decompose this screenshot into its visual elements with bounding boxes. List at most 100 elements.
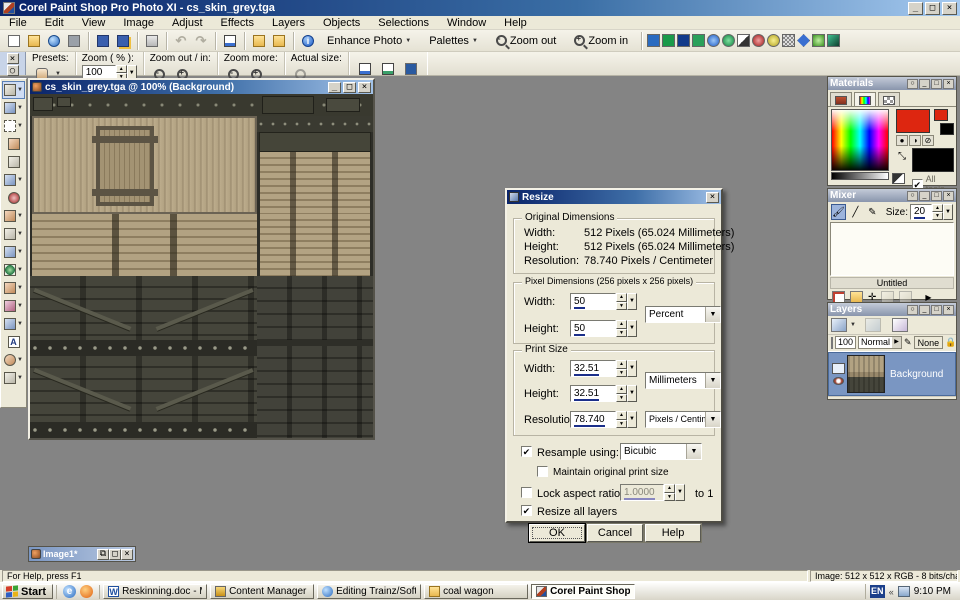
layer-eye-icon[interactable] xyxy=(833,377,844,385)
minimized-image-window[interactable]: Image1* ⧉ □ × xyxy=(28,546,136,562)
scanner-icon[interactable] xyxy=(65,32,83,50)
lock-ratio-slider-button[interactable]: ▼ xyxy=(675,484,685,501)
pattern-style-icon[interactable]: ⊘ xyxy=(922,135,934,146)
fit-image-to-window-icon[interactable] xyxy=(379,60,397,78)
close-button[interactable]: × xyxy=(943,79,954,89)
mixer-more-icon[interactable]: ▶ xyxy=(925,293,931,302)
close-button[interactable]: × xyxy=(121,549,133,560)
color-picker-area[interactable] xyxy=(831,109,889,171)
start-button[interactable]: Start xyxy=(2,584,53,599)
open-icon[interactable] xyxy=(25,32,43,50)
mixer-titlebar[interactable]: Mixer ○ _ □ × xyxy=(828,189,956,202)
pixel-unit-combo[interactable]: Percent ▼ xyxy=(645,306,721,323)
chevron-right-icon[interactable]: ▶ xyxy=(892,337,901,348)
mixer-dropper-icon[interactable]: ✎ xyxy=(865,204,880,220)
mixer-size-spinner[interactable]: ▲▼ xyxy=(932,204,943,220)
tray-icon[interactable] xyxy=(898,586,910,597)
pixel-height-slider-button[interactable]: ▼ xyxy=(627,320,637,337)
print-width-field[interactable]: 32.51 ▲▼ ▼ xyxy=(570,360,637,377)
script-output-icon[interactable] xyxy=(827,34,840,47)
restore-button[interactable]: ⧉ xyxy=(97,549,109,560)
pixel-width-field[interactable]: 50 ▲▼ ▼ xyxy=(570,293,637,310)
browse-icon[interactable] xyxy=(45,32,63,50)
firefox-icon[interactable] xyxy=(80,585,93,598)
close-button[interactable]: × xyxy=(943,305,954,315)
pin-icon[interactable]: ○ xyxy=(907,305,918,315)
script-run-icon[interactable] xyxy=(707,34,720,47)
menu-layers[interactable]: Layers xyxy=(263,16,314,30)
print-resolution-field[interactable]: 78.740 ▲▼ ▼ xyxy=(570,411,637,428)
palettes-button[interactable]: Palettes ▼ xyxy=(422,32,485,50)
menu-image[interactable]: Image xyxy=(114,16,163,30)
workspace-open-icon[interactable] xyxy=(250,32,268,50)
taskbar-task-browser[interactable]: Editing Trainz/Software ... xyxy=(317,584,421,599)
pen-tool[interactable]: ▼ xyxy=(2,369,25,387)
fill-tool[interactable]: ▼ xyxy=(2,279,25,297)
script-toolbar-icon[interactable] xyxy=(662,34,675,47)
foreground-color-small[interactable] xyxy=(934,109,948,121)
minimize-button[interactable]: _ xyxy=(328,82,341,93)
resample-method-combo[interactable]: Bicubic ▼ xyxy=(620,443,702,460)
image-window[interactable]: cs_skin_grey.tga @ 100% (Background) _ □… xyxy=(28,78,375,440)
chevron-down-icon[interactable]: ▼ xyxy=(686,444,701,459)
script-stop-icon[interactable] xyxy=(752,34,765,47)
undo-icon[interactable]: ↶ xyxy=(172,32,190,50)
print-height-field[interactable]: 32.51 ▲▼ ▼ xyxy=(570,385,637,402)
minimize-button[interactable]: _ xyxy=(919,79,930,89)
minimize-button[interactable]: _ xyxy=(908,2,923,15)
close-icon[interactable]: × xyxy=(7,53,19,64)
pixel-width-spinner[interactable]: ▲▼ xyxy=(616,293,627,310)
makeover-tool[interactable]: ▼ xyxy=(2,207,25,225)
script-edit-icon[interactable] xyxy=(737,34,750,47)
delete-layer-icon[interactable] xyxy=(865,318,881,332)
new-layer-icon[interactable] xyxy=(831,318,847,332)
script-record-icon[interactable] xyxy=(722,34,735,47)
close-button[interactable]: × xyxy=(706,192,719,203)
maximize-button[interactable]: □ xyxy=(931,305,942,315)
edit-selection-icon[interactable] xyxy=(892,318,908,332)
redo-icon[interactable]: ↷ xyxy=(192,32,210,50)
eraser-tool[interactable]: ▼ xyxy=(2,297,25,315)
print-icon[interactable] xyxy=(143,32,161,50)
chevron-down-icon[interactable]: ▼ xyxy=(705,307,720,322)
menu-edit[interactable]: Edit xyxy=(36,16,73,30)
pin-icon[interactable]: ○ xyxy=(907,79,918,89)
script-toolbar-icon[interactable] xyxy=(677,34,690,47)
layers-titlebar[interactable]: Layers ○ _ □ × xyxy=(828,303,956,316)
close-button[interactable]: × xyxy=(943,191,954,201)
image-canvas[interactable] xyxy=(30,94,373,438)
full-screen-preview-icon[interactable] xyxy=(402,60,420,78)
chevron-down-icon[interactable]: ▼ xyxy=(705,373,720,388)
mixer-knife-icon[interactable]: ╱ xyxy=(848,204,863,220)
full-editor-icon[interactable] xyxy=(221,32,239,50)
maximize-button[interactable]: □ xyxy=(931,191,942,201)
chevron-down-icon[interactable]: ▼ xyxy=(705,412,720,427)
taskbar-task-word[interactable]: W Reskinning.doc - Microso... xyxy=(103,584,207,599)
lock-ratio-spinner[interactable]: ▲▼ xyxy=(664,484,675,501)
swap-colors-icon[interactable]: ⤡ xyxy=(898,151,906,162)
tab-rainbow[interactable] xyxy=(854,92,876,107)
help-info-icon[interactable]: i xyxy=(299,32,317,50)
background-color-small[interactable] xyxy=(940,123,954,135)
maximize-button[interactable]: □ xyxy=(925,2,940,15)
pick-tool[interactable]: ▼ xyxy=(2,171,25,189)
workspace-save-icon[interactable] xyxy=(270,32,288,50)
taskbar-task-content-manager[interactable]: Content Manager Plus xyxy=(210,584,314,599)
tray-expand-icon[interactable]: « xyxy=(889,587,894,597)
print-height-slider-button[interactable]: ▼ xyxy=(627,385,637,402)
layer-thumbnail[interactable] xyxy=(847,355,885,393)
pan-tool[interactable]: ▼ xyxy=(2,81,25,99)
pin-icon[interactable]: ○ xyxy=(7,65,19,76)
new-icon[interactable] xyxy=(5,32,23,50)
print-resolution-slider-button[interactable]: ▼ xyxy=(627,411,637,428)
ok-button[interactable]: OK xyxy=(529,524,585,542)
picture-tube-tool[interactable]: ▼ xyxy=(2,315,25,333)
menu-adjust[interactable]: Adjust xyxy=(163,16,212,30)
layer-visibility-icon[interactable] xyxy=(832,363,845,374)
tab-frame[interactable] xyxy=(830,92,852,107)
fit-window-to-image-icon[interactable] xyxy=(356,60,374,78)
background-color-swatch[interactable] xyxy=(912,148,954,172)
maintain-print-size-checkbox[interactable] xyxy=(537,466,548,477)
save-as-icon[interactable] xyxy=(114,32,132,50)
selection-tool[interactable]: ▼ xyxy=(2,117,25,135)
